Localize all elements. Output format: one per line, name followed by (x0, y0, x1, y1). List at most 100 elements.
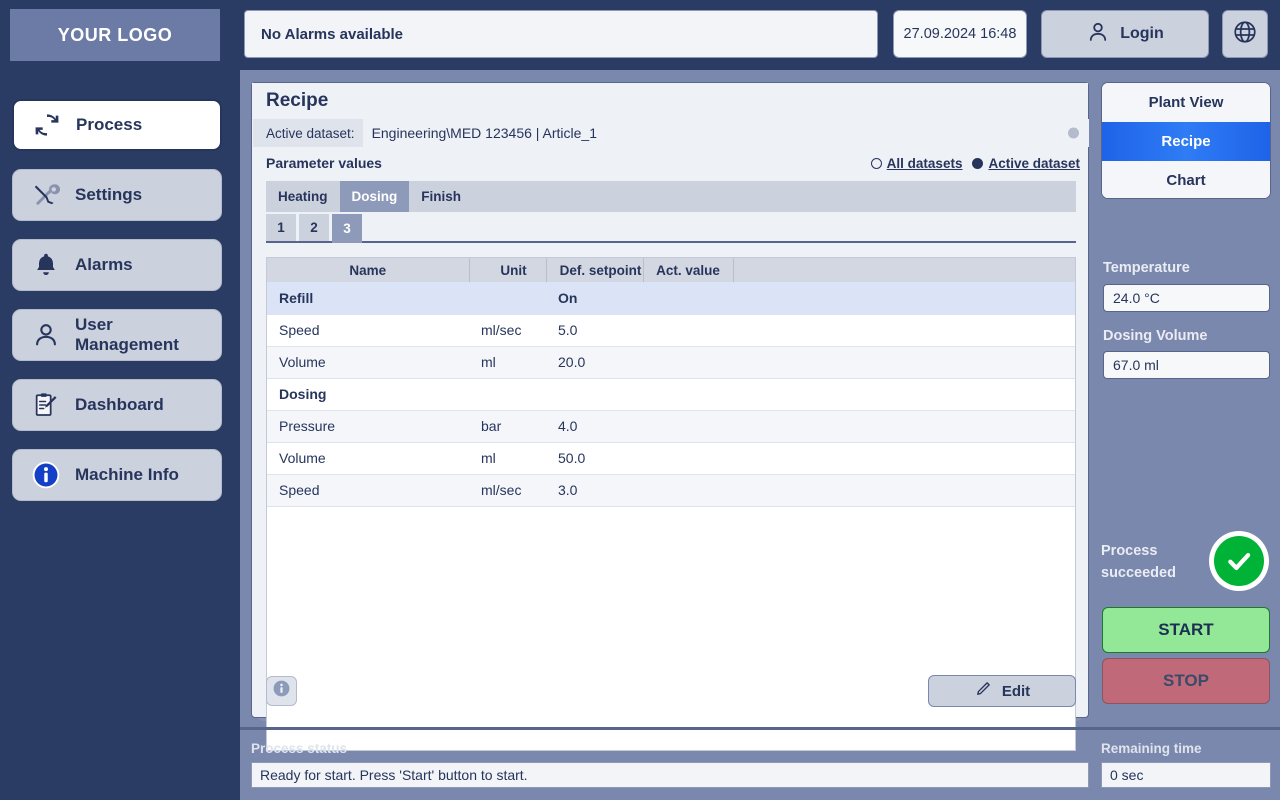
dosing-volume-field: 67.0 ml (1103, 351, 1270, 379)
cell-setpoint: 5.0 (546, 314, 643, 347)
start-button[interactable]: START (1102, 607, 1270, 653)
parameter-table: Name Unit Def. setpoint Act. value Refil… (267, 258, 1075, 507)
table-row[interactable]: Pressure bar 4.0 (267, 410, 1075, 443)
cell-unit: ml/sec (469, 474, 546, 507)
login-button[interactable]: Login (1041, 10, 1209, 58)
remaining-time-label: Remaining time (1101, 741, 1202, 756)
page-title: Recipe (252, 83, 1088, 118)
recipe-info-button[interactable] (266, 676, 297, 706)
process-status-line2: succeeded (1101, 565, 1176, 581)
cell-spacer (733, 410, 1075, 443)
sidebar-item-process[interactable]: Process (12, 99, 222, 151)
column-header-unit: Unit (469, 258, 547, 282)
cell-setpoint: 4.0 (546, 410, 643, 443)
login-label: Login (1120, 25, 1164, 42)
cell-actual (643, 282, 733, 315)
table-header: Name Unit Def. setpoint Act. value (267, 258, 1075, 282)
dosing-volume-label: Dosing Volume (1103, 328, 1208, 344)
table-row[interactable]: Dosing (267, 378, 1075, 411)
alarm-status-bar[interactable]: No Alarms available (244, 10, 878, 58)
datetime-display: 27.09.2024 16:48 (893, 10, 1027, 58)
info-circle-icon (29, 458, 63, 492)
column-header-actual: Act. value (643, 258, 734, 282)
cell-spacer (733, 314, 1075, 347)
check-circle-icon (1209, 531, 1269, 591)
sidebar-item-dashboard[interactable]: Dashboard (12, 379, 222, 431)
subtab-1[interactable]: 1 (266, 214, 296, 241)
start-label: START (1158, 620, 1214, 639)
active-dataset-row: Active dataset: Engineering\MED 123456 |… (253, 119, 1089, 147)
sidebar-item-label: Dashboard (75, 395, 164, 414)
tab-finish[interactable]: Finish (409, 181, 474, 212)
cell-name: Volume (267, 442, 469, 475)
stop-label: STOP (1163, 671, 1209, 690)
table-row[interactable]: Refill On (267, 282, 1075, 315)
dataset-filter-radio-group: All datasets Active dataset (870, 149, 1080, 177)
edit-label: Edit (1001, 682, 1031, 700)
footer-divider (240, 727, 1280, 730)
user-icon (29, 318, 63, 352)
clipboard-pen-icon (29, 388, 63, 422)
process-status-value: Ready for start. Press 'Start' button to… (260, 767, 528, 783)
cell-actual (643, 378, 733, 411)
cell-setpoint (546, 378, 643, 411)
cell-unit: ml/sec (469, 314, 546, 347)
sidebar-item-machine-info[interactable]: Machine Info (12, 449, 222, 501)
edit-button[interactable]: Edit (928, 675, 1076, 707)
cell-setpoint: 3.0 (546, 474, 643, 507)
view-switcher: Plant View Recipe Chart (1101, 82, 1271, 199)
cell-spacer (733, 282, 1075, 315)
phase-tabs: Heating Dosing Finish (266, 181, 1076, 212)
subtab-3[interactable]: 3 (332, 214, 362, 243)
column-header-setpoint: Def. setpoint (546, 258, 644, 282)
active-dataset-value-field[interactable]: Engineering\MED 123456 | Article_1 (362, 119, 1089, 147)
cell-unit: ml (469, 346, 546, 379)
view-button-recipe[interactable]: Recipe (1102, 122, 1270, 161)
table-row[interactable]: Volume ml 20.0 (267, 346, 1075, 379)
view-button-plant-view[interactable]: Plant View (1102, 83, 1270, 122)
table-row[interactable]: Speed ml/sec 3.0 (267, 474, 1075, 507)
tab-heating[interactable]: Heating (266, 181, 340, 212)
radio-all-datasets-dot (870, 157, 882, 169)
cell-name: Dosing (267, 378, 469, 411)
process-status-label: Process status (251, 741, 348, 756)
table-body: Refill On Speed ml/sec 5.0 Volume ml 20.… (267, 282, 1075, 507)
cell-setpoint: 20.0 (546, 346, 643, 379)
view-button-chart[interactable]: Chart (1102, 161, 1270, 198)
tools-icon (29, 178, 63, 212)
logo: YOUR LOGO (10, 9, 220, 61)
stop-button[interactable]: STOP (1102, 658, 1270, 704)
sidebar-item-label: User Management (75, 315, 179, 354)
cell-name: Pressure (267, 410, 469, 443)
cell-unit (469, 282, 546, 315)
sidebar-item-label: Process (76, 115, 143, 134)
cell-setpoint: 50.0 (546, 442, 643, 475)
check-circle-inner (1214, 536, 1264, 586)
table-row[interactable]: Speed ml/sec 5.0 (267, 314, 1075, 347)
cell-name: Speed (267, 474, 469, 507)
left-sidebar: YOUR LOGO Process Settings Alarms User M… (0, 0, 240, 800)
temperature-label: Temperature (1103, 260, 1190, 276)
cell-actual (643, 442, 733, 475)
sidebar-item-label: Machine Info (75, 465, 179, 484)
process-status-field: Ready for start. Press 'Start' button to… (251, 762, 1089, 788)
cell-unit: ml (469, 442, 546, 475)
step-subtabs: 1 2 3 (266, 214, 1076, 243)
cell-actual (643, 314, 733, 347)
subtab-2[interactable]: 2 (299, 214, 329, 241)
sidebar-item-label: Alarms (75, 255, 133, 274)
recipe-panel: Recipe Active dataset: Engineering\MED 1… (251, 82, 1089, 751)
language-button[interactable] (1222, 10, 1268, 58)
remaining-time-field: 0 sec (1101, 762, 1271, 788)
sidebar-item-settings[interactable]: Settings (12, 169, 222, 221)
cell-unit: bar (469, 410, 546, 443)
cell-unit (469, 378, 546, 411)
radio-all-datasets[interactable]: All datasets (870, 156, 962, 171)
parameter-values-row: Parameter values All datasets Active dat… (252, 149, 1088, 177)
sidebar-item-user-management[interactable]: User Management (12, 309, 222, 361)
table-row[interactable]: Volume ml 50.0 (267, 442, 1075, 475)
cell-setpoint: On (546, 282, 643, 315)
radio-active-dataset[interactable]: Active dataset (972, 156, 1080, 171)
sidebar-item-alarms[interactable]: Alarms (12, 239, 222, 291)
tab-dosing[interactable]: Dosing (339, 181, 410, 212)
